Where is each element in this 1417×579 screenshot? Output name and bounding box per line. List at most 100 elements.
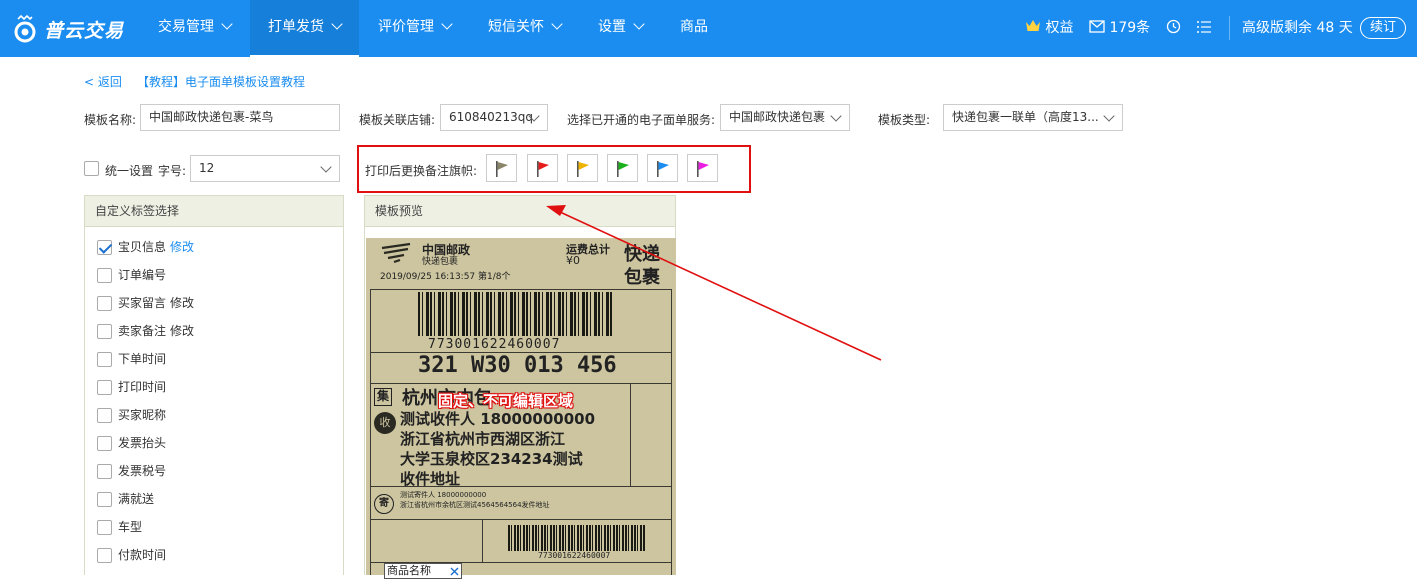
tag-item-buyer-nick[interactable]: 买家昵称 bbox=[97, 406, 166, 423]
tag-checkbox[interactable] bbox=[97, 268, 112, 283]
receiver-address-2: 大学玉泉校区234234测试 bbox=[400, 450, 583, 468]
edit-link[interactable]: 修改 bbox=[170, 240, 194, 254]
flag-icon bbox=[537, 161, 549, 177]
ji-mark: 集 bbox=[374, 388, 392, 406]
service-label: 选择已开通的电子面单服务: bbox=[567, 113, 716, 127]
flag-icon bbox=[496, 161, 508, 177]
sender-address: 浙江省杭州市余杭区测试4564564564发件地址 bbox=[400, 501, 550, 509]
template-name-input[interactable]: 中国邮政快递包裹-菜鸟 bbox=[140, 104, 340, 131]
chevron-down-icon bbox=[551, 18, 563, 30]
list-menu-icon bbox=[1197, 21, 1211, 33]
small-barcode bbox=[508, 525, 646, 551]
template-name-label: 模板名称: bbox=[84, 113, 137, 127]
flag-fill bbox=[658, 162, 669, 170]
tag-item-invoice-title[interactable]: 发票抬头 bbox=[97, 434, 166, 451]
chevron-down-icon bbox=[1103, 110, 1115, 122]
unify-label: 统一设置 bbox=[105, 164, 154, 178]
nav-trade-manage[interactable]: 交易管理 bbox=[158, 0, 233, 57]
tag-checkbox[interactable] bbox=[97, 380, 112, 395]
barcode-number: 773001622460007 bbox=[428, 337, 561, 352]
package-title: 包裹 bbox=[624, 267, 660, 288]
divider bbox=[482, 519, 483, 562]
flag-icon bbox=[697, 161, 709, 177]
tag-checkbox[interactable] bbox=[97, 296, 112, 311]
service-select[interactable]: 中国邮政快递包裹 bbox=[720, 104, 850, 131]
flag-icon bbox=[657, 161, 669, 177]
clock-icon bbox=[1166, 19, 1181, 34]
edit-link[interactable]: 修改 bbox=[170, 324, 194, 338]
type-select[interactable]: 快递包裹一联单（高度13... bbox=[943, 104, 1123, 131]
tag-checkbox[interactable] bbox=[97, 520, 112, 535]
chevron-down-icon bbox=[331, 18, 343, 30]
tag-checkbox[interactable] bbox=[97, 352, 112, 367]
flag-fill bbox=[618, 162, 629, 170]
tag-checkbox[interactable] bbox=[97, 464, 112, 479]
flag-purple-button[interactable] bbox=[687, 154, 718, 182]
flag-fill bbox=[698, 162, 709, 170]
flag-gray-button[interactable] bbox=[486, 154, 517, 182]
tag-item-product-info[interactable]: 宝贝信息 修改 bbox=[97, 238, 194, 255]
shop-label: 模板关联店铺: bbox=[359, 113, 436, 127]
chevron-down-icon bbox=[633, 18, 645, 30]
tag-item-buyer-message[interactable]: 买家留言 修改 bbox=[97, 294, 194, 311]
menu-button[interactable] bbox=[1196, 0, 1212, 57]
flag-red-button[interactable] bbox=[527, 154, 558, 182]
fixed-area-annotation: 固定、不可编辑区域 bbox=[438, 392, 574, 410]
tag-item-seller-note[interactable]: 卖家备注 修改 bbox=[97, 322, 194, 339]
tag-checkbox[interactable] bbox=[97, 492, 112, 507]
chevron-down-icon bbox=[221, 18, 233, 30]
rights-link[interactable]: 权益 bbox=[1025, 0, 1073, 57]
back-link[interactable]: < 返回 bbox=[84, 73, 122, 90]
fontsize-select[interactable]: 12 bbox=[190, 155, 340, 182]
edit-link[interactable]: 修改 bbox=[170, 296, 194, 310]
tutorial-link[interactable]: 【教程】电子面单模板设置教程 bbox=[137, 73, 305, 90]
divider bbox=[630, 383, 631, 486]
logo[interactable]: 普云交易 bbox=[12, 12, 124, 46]
tag-item-invoice-tax[interactable]: 发票税号 bbox=[97, 462, 166, 479]
shop-select[interactable]: 610840213qq bbox=[440, 104, 548, 131]
tag-item-order-time[interactable]: 下单时间 bbox=[97, 350, 166, 367]
messages-link[interactable]: 179条 bbox=[1089, 0, 1150, 57]
preview-title: 模板预览 bbox=[365, 196, 675, 227]
nav-sms-care[interactable]: 短信关怀 bbox=[488, 0, 563, 57]
tag-item-order-no[interactable]: 订单编号 bbox=[97, 266, 166, 283]
sender-line: 测试寄件人 18000000000 bbox=[400, 491, 487, 499]
flag-green-button[interactable] bbox=[607, 154, 638, 182]
nav-products[interactable]: 商品 bbox=[680, 0, 708, 57]
divider bbox=[370, 289, 672, 290]
custom-tag-panel: 自定义标签选择 宝贝信息 修改 订单编号 买家留言 修改 卖家备注 修改 下单时间 打… bbox=[84, 195, 344, 575]
carrier-sub: 快递包裹 bbox=[422, 257, 459, 267]
tag-checkbox[interactable] bbox=[97, 324, 112, 339]
nav-settings[interactable]: 设置 bbox=[598, 0, 645, 57]
flag-icon bbox=[577, 161, 589, 177]
tag-checkbox[interactable] bbox=[97, 240, 112, 255]
tag-item-pay-time[interactable]: 付款时间 bbox=[97, 546, 166, 563]
unify-checkbox[interactable] bbox=[84, 161, 99, 176]
china-post-logo-icon bbox=[381, 242, 411, 264]
flag-blue-button[interactable] bbox=[647, 154, 678, 182]
divider bbox=[370, 289, 371, 575]
clock-button[interactable] bbox=[1166, 0, 1181, 57]
tag-item-gift[interactable]: 满就送 bbox=[97, 490, 154, 507]
renew-button[interactable]: 续订 bbox=[1360, 17, 1406, 39]
tag-panel-title: 自定义标签选择 bbox=[85, 196, 343, 227]
flag-fill bbox=[538, 162, 549, 170]
tag-item-print-time[interactable]: 打印时间 bbox=[97, 378, 166, 395]
tag-checkbox[interactable] bbox=[97, 436, 112, 451]
fontsize-label: 字号: bbox=[158, 164, 187, 178]
cloud-logo-icon bbox=[12, 14, 38, 43]
flag-yellow-button[interactable] bbox=[567, 154, 598, 182]
tag-item-car-model[interactable]: 车型 bbox=[97, 518, 142, 535]
flag-icon bbox=[617, 161, 629, 177]
tag-checkbox[interactable] bbox=[97, 548, 112, 563]
crown-icon bbox=[1026, 20, 1040, 31]
plan-status: 高级版剩余 48 天 bbox=[1242, 20, 1353, 36]
tag-checkbox[interactable] bbox=[97, 408, 112, 423]
logo-text: 普云交易 bbox=[44, 19, 125, 42]
nav-review-manage[interactable]: 评价管理 bbox=[378, 0, 453, 57]
flag-label: 打印后更换备注旗帜: bbox=[365, 164, 478, 178]
divider bbox=[370, 519, 672, 520]
nav-print-ship[interactable]: 打单发货 bbox=[250, 0, 359, 57]
receiver-address-1: 浙江省杭州市西湖区浙江 bbox=[400, 430, 566, 448]
product-name-field[interactable]: 商品名称 bbox=[384, 563, 462, 579]
